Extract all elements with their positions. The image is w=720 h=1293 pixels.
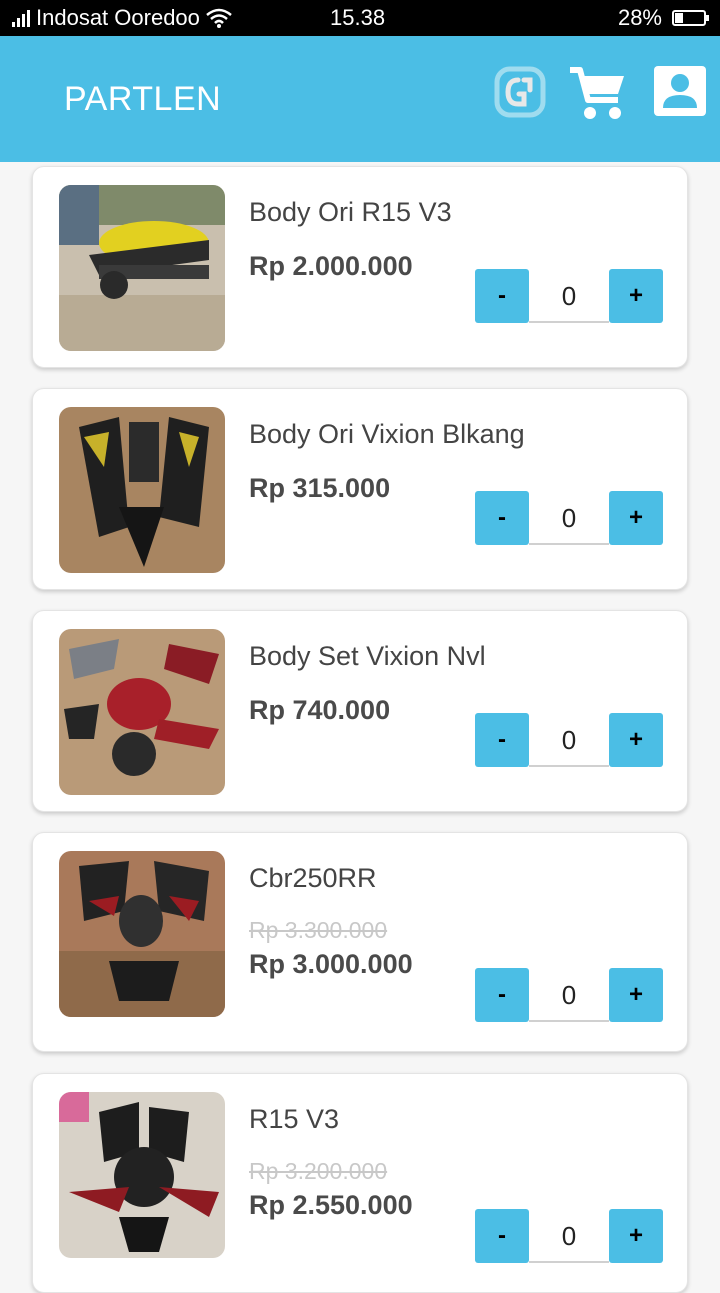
product-card[interactable]: Body Set Vixion Nvl Rp 740.000 - 0 +: [32, 610, 688, 812]
clock: 15.38: [330, 5, 386, 30]
product-card[interactable]: R15 V3 Rp 3.200.000 Rp 2.550.000 - 0 +: [32, 1073, 688, 1293]
product-card[interactable]: Body Ori Vixion Blkang Rp 315.000 - 0 +: [32, 388, 688, 590]
product-image[interactable]: [59, 1092, 225, 1258]
product-name: Cbr250RR: [249, 863, 377, 893]
quantity-stepper: - 0 +: [475, 1209, 663, 1263]
product-price: Rp 3.000.000: [249, 949, 413, 979]
carrier-name: Indosat Ooredoo: [36, 5, 200, 30]
product-card[interactable]: Body Ori R15 V3 Rp 2.000.000 - 0 +: [32, 166, 688, 368]
quantity-value[interactable]: 0: [529, 713, 609, 767]
quantity-value[interactable]: 0: [529, 491, 609, 545]
product-name: Body Ori R15 V3: [249, 197, 452, 227]
app-title: PARTLEN: [64, 80, 222, 118]
increment-button[interactable]: +: [609, 1209, 663, 1263]
quantity-stepper: - 0 +: [475, 269, 663, 323]
increment-button[interactable]: +: [609, 491, 663, 545]
product-price: Rp 2.000.000: [249, 251, 413, 281]
product-image[interactable]: [59, 185, 225, 351]
decrement-button[interactable]: -: [475, 491, 529, 545]
original-price: Rp 3.200.000: [249, 1158, 388, 1184]
product-price: Rp 315.000: [249, 473, 391, 503]
product-image[interactable]: [59, 851, 225, 1017]
product-price: Rp 740.000: [249, 695, 391, 725]
cart-icon[interactable]: [568, 66, 628, 122]
product-price: Rp 2.550.000: [249, 1190, 413, 1220]
battery-icon: [672, 10, 709, 26]
quantity-value[interactable]: 0: [529, 1209, 609, 1263]
decrement-button[interactable]: -: [475, 968, 529, 1022]
wifi-icon: [206, 8, 232, 28]
increment-button[interactable]: +: [609, 269, 663, 323]
product-name: R15 V3: [249, 1104, 340, 1134]
quantity-value[interactable]: 0: [529, 968, 609, 1022]
original-price: Rp 3.300.000: [249, 917, 388, 943]
profile-icon[interactable]: [654, 66, 706, 116]
status-bar: Indosat Ooredoo 15.38 28%: [0, 0, 720, 36]
logo-icon[interactable]: [494, 66, 546, 118]
app-bar: PARTLEN: [0, 36, 720, 162]
signal-icon: [12, 9, 30, 27]
product-name: Body Set Vixion Nvl: [249, 641, 486, 671]
increment-button[interactable]: +: [609, 968, 663, 1022]
product-image[interactable]: [59, 629, 225, 795]
product-name: Body Ori Vixion Blkang: [249, 419, 525, 449]
decrement-button[interactable]: -: [475, 1209, 529, 1263]
quantity-value[interactable]: 0: [529, 269, 609, 323]
increment-button[interactable]: +: [609, 713, 663, 767]
battery-percent: 28%: [617, 5, 662, 30]
decrement-button[interactable]: -: [475, 269, 529, 323]
decrement-button[interactable]: -: [475, 713, 529, 767]
quantity-stepper: - 0 +: [475, 968, 663, 1022]
quantity-stepper: - 0 +: [475, 713, 663, 767]
quantity-stepper: - 0 +: [475, 491, 663, 545]
product-image[interactable]: [59, 407, 225, 573]
product-card[interactable]: Cbr250RR Rp 3.300.000 Rp 3.000.000 - 0 +: [32, 832, 688, 1052]
